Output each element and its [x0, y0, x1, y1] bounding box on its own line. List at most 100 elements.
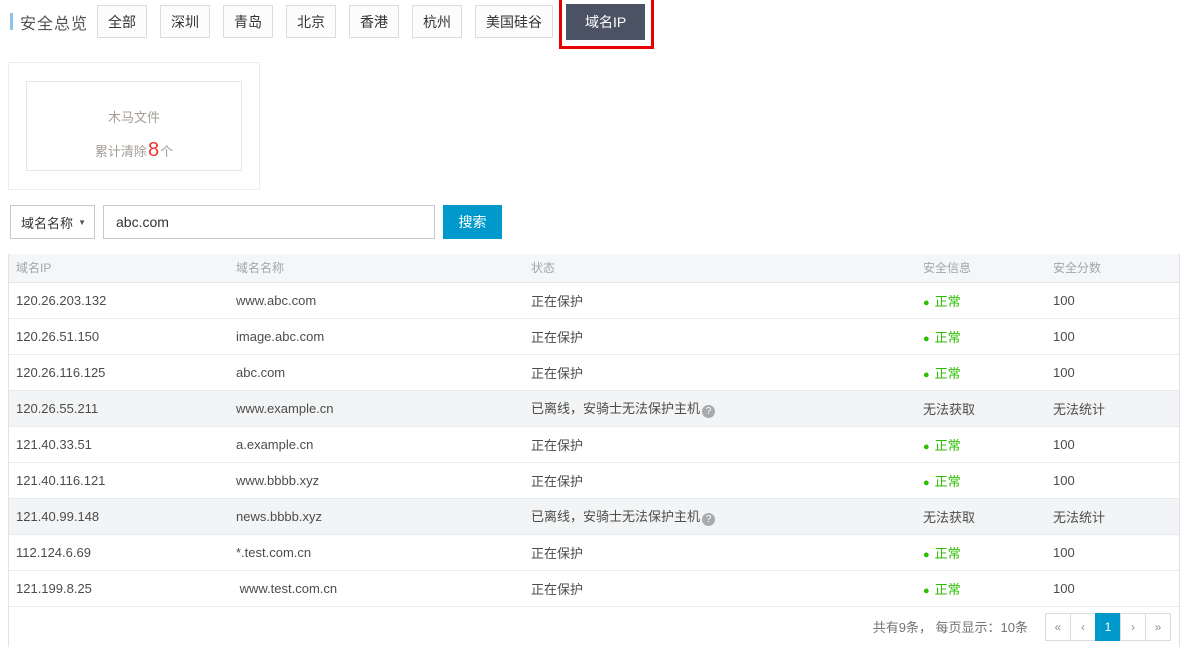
domain-table: 域名IP域名名称状态安全信息安全分数 120.26.203.132www.abc… [9, 254, 1179, 607]
cell-security-score: 100 [1046, 318, 1179, 354]
page-last-button[interactable]: » [1145, 613, 1171, 641]
cell-status: 正在保护 [524, 282, 916, 318]
tab-4[interactable]: 香港 [349, 5, 399, 38]
cell-security-score: 无法统计 [1046, 390, 1179, 426]
cell-security-score: 100 [1046, 282, 1179, 318]
tab-6[interactable]: 美国硅谷 [475, 5, 553, 38]
tab-wrap: 杭州 [412, 5, 462, 38]
search-type-select[interactable]: 域名名称 ▼ [10, 205, 95, 239]
cell-security-score: 100 [1046, 534, 1179, 570]
cell-security-info: 无法获取 [916, 390, 1046, 426]
cell-domain-ip: 121.40.99.148 [9, 498, 229, 534]
status-dot-icon: ● [923, 369, 930, 381]
help-icon[interactable]: ? [702, 405, 715, 418]
cell-security-info: ●正常 [916, 462, 1046, 498]
page-title-wrap: 安全总览 [10, 5, 88, 38]
cell-security-score: 100 [1046, 462, 1179, 498]
tab-wrap: 域名IP [566, 5, 645, 40]
cell-status: 已离线，安骑士无法保护主机? [524, 390, 916, 426]
page-number-button[interactable]: 1 [1095, 613, 1121, 641]
search-type-selected-value: 域名名称 [21, 213, 73, 232]
cell-status: 正在保护 [524, 534, 916, 570]
tab-wrap: 深圳 [160, 5, 210, 38]
tab-wrap: 美国硅谷 [475, 5, 553, 38]
cell-security-score: 100 [1046, 426, 1179, 462]
column-header-1: 域名名称 [229, 254, 524, 282]
cell-domain-name: a.example.cn [229, 426, 524, 462]
tab-2[interactable]: 青岛 [223, 5, 273, 38]
search-input[interactable] [103, 205, 435, 239]
tab-wrap: 全部 [97, 5, 147, 38]
trojan-card-title: 木马文件 [27, 107, 241, 126]
column-header-3: 安全信息 [916, 254, 1046, 282]
tab-5[interactable]: 杭州 [412, 5, 462, 38]
domain-table-body: 120.26.203.132www.abc.com正在保护●正常100120.2… [9, 282, 1179, 606]
tab-wrap: 香港 [349, 5, 399, 38]
cell-domain-ip: 121.40.116.121 [9, 462, 229, 498]
cell-domain-ip: 112.124.6.69 [9, 534, 229, 570]
table-row: 112.124.6.69*.test.com.cn正在保护●正常100 [9, 534, 1179, 570]
table-row: 121.40.116.121www.bbbb.xyz正在保护●正常100 [9, 462, 1179, 498]
cell-security-info: 无法获取 [916, 498, 1046, 534]
cell-status: 正在保护 [524, 318, 916, 354]
chevron-down-icon: ▼ [78, 218, 86, 227]
page-first-button[interactable]: « [1045, 613, 1071, 641]
status-dot-icon: ● [923, 585, 930, 597]
cell-domain-name: image.abc.com [229, 318, 524, 354]
cell-domain-ip: 120.26.55.211 [9, 390, 229, 426]
tab-0[interactable]: 全部 [97, 5, 147, 38]
column-header-4: 安全分数 [1046, 254, 1179, 282]
trojan-card-stat: 累计清除8个 [27, 139, 241, 162]
status-normal-label: 正常 [935, 582, 961, 597]
cell-security-score: 无法统计 [1046, 498, 1179, 534]
tab-1[interactable]: 深圳 [160, 5, 210, 38]
status-dot-icon: ● [923, 441, 930, 453]
table-row: 121.40.99.148news.bbbb.xyz已离线，安骑士无法保护主机?… [9, 498, 1179, 534]
search-button[interactable]: 搜索 [443, 205, 502, 239]
cell-domain-ip: 120.26.203.132 [9, 282, 229, 318]
status-normal-label: 正常 [935, 474, 961, 489]
status-normal-label: 正常 [935, 294, 961, 309]
domain-ip-security-page: 安全总览 全部深圳青岛北京香港杭州美国硅谷域名IP 木马文件 累计清除8个 域名… [0, 5, 1187, 647]
cell-domain-ip: 120.26.116.125 [9, 354, 229, 390]
cell-status: 正在保护 [524, 426, 916, 462]
page-next-button[interactable]: › [1120, 613, 1146, 641]
cell-status: 正在保护 [524, 570, 916, 606]
stat-prefix: 累计清除 [95, 144, 147, 159]
cell-domain-name: www.test.com.cn [229, 570, 524, 606]
status-normal-label: 正常 [935, 438, 961, 453]
column-header-0: 域名IP [9, 254, 229, 282]
table-header-row: 域名IP域名名称状态安全信息安全分数 [9, 254, 1179, 282]
tab-wrap: 青岛 [223, 5, 273, 38]
cell-security-info: ●正常 [916, 534, 1046, 570]
cell-status: 已离线，安骑士无法保护主机? [524, 498, 916, 534]
cell-domain-name: news.bbbb.xyz [229, 498, 524, 534]
page-title: 安全总览 [20, 10, 88, 34]
tab-3[interactable]: 北京 [286, 5, 336, 38]
page-prev-button[interactable]: ‹ [1070, 613, 1096, 641]
stat-value: 8 [148, 139, 159, 161]
cell-domain-ip: 121.40.33.51 [9, 426, 229, 462]
search-row: 域名名称 ▼ 搜索 [10, 205, 1187, 239]
stat-suffix: 个 [160, 144, 173, 159]
help-icon[interactable]: ? [702, 513, 715, 526]
cell-domain-ip: 121.199.8.25 [9, 570, 229, 606]
trojan-summary-panel: 木马文件 累计清除8个 [8, 62, 260, 190]
trojan-summary-card: 木马文件 累计清除8个 [26, 81, 242, 171]
table-row: 121.199.8.25 www.test.com.cn正在保护●正常100 [9, 570, 1179, 606]
status-dot-icon: ● [923, 297, 930, 309]
region-tabs: 全部深圳青岛北京香港杭州美国硅谷域名IP [97, 5, 658, 40]
cell-domain-name: www.example.cn [229, 390, 524, 426]
domain-table-panel: 域名IP域名名称状态安全信息安全分数 120.26.203.132www.abc… [8, 254, 1180, 647]
cell-security-info: ●正常 [916, 318, 1046, 354]
cell-security-info: ● 正常 [916, 570, 1046, 606]
cell-domain-name: abc.com [229, 354, 524, 390]
tab-7[interactable]: 域名IP [566, 4, 645, 40]
tab-wrap: 北京 [286, 5, 336, 38]
table-row: 120.26.203.132www.abc.com正在保护 ● 正常 100 [9, 282, 1179, 318]
cell-security-info: ● 正常 [916, 354, 1046, 390]
cell-security-info: ● 正常 [916, 426, 1046, 462]
cell-domain-name: www.abc.com [229, 282, 524, 318]
table-row: 121.40.33.51a.example.cn正在保护 ● 正常 100 [9, 426, 1179, 462]
status-normal-label: 正常 [935, 366, 961, 381]
